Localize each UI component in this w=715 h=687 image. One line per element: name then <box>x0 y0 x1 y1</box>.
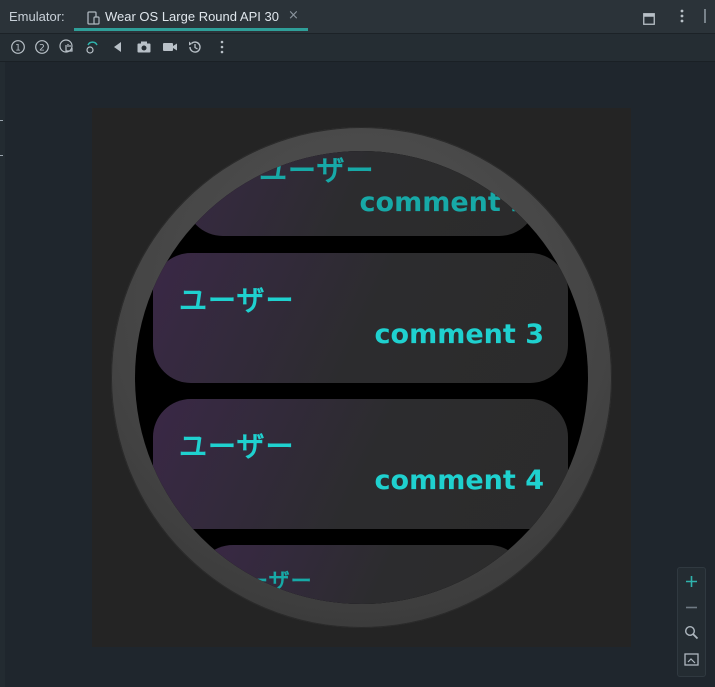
user-name: ユーザー <box>179 430 295 463</box>
list-item[interactable]: ユーザー comment 3 <box>153 253 568 383</box>
panel-title: Emulator: <box>9 9 65 24</box>
zoom-in-icon[interactable] <box>684 574 699 589</box>
back-icon[interactable] <box>110 39 126 55</box>
emulator-toolbar: 1 2 <box>0 34 715 62</box>
snapshot-history-icon[interactable] <box>187 39 203 55</box>
user-name: ユーザー <box>225 569 313 593</box>
more-options-icon-secondary[interactable] <box>703 8 707 23</box>
zoom-controls <box>677 567 706 677</box>
zoom-actual-size-icon[interactable] <box>684 625 699 640</box>
zoom-out-icon[interactable] <box>684 600 699 615</box>
user-name: ユーザー <box>259 154 375 187</box>
wear-button-1-icon[interactable]: 1 <box>10 39 26 55</box>
tilt-gesture-icon[interactable] <box>84 39 100 55</box>
device-icon <box>87 10 100 25</box>
tab-wear-os-emulator[interactable]: Wear OS Large Round API 30 × <box>74 5 308 31</box>
list-item[interactable]: ユーザー comment 4 <box>153 399 568 529</box>
watch-screen[interactable]: ユーザー comment 2 ユーザー comment 3 ユーザー comme… <box>135 151 588 604</box>
left-edge-mark <box>0 120 3 121</box>
user-name: ユーザー <box>179 284 295 317</box>
svg-text:2: 2 <box>39 44 45 54</box>
camera-icon[interactable] <box>136 39 152 55</box>
video-record-icon[interactable] <box>162 39 178 55</box>
toolbar-more-icon[interactable] <box>214 39 230 55</box>
left-panel-edge <box>0 62 5 687</box>
watch-bezel: ユーザー comment 2 ユーザー comment 3 ユーザー comme… <box>111 127 612 628</box>
left-edge-mark <box>0 155 3 156</box>
list-item[interactable]: ユーザー <box>195 545 527 604</box>
close-icon[interactable]: × <box>288 8 299 23</box>
comment-text: comment 2 <box>359 187 529 218</box>
svg-text:1: 1 <box>15 44 21 54</box>
palm-gesture-icon[interactable] <box>59 39 75 55</box>
tab-label: Wear OS Large Round API 30 <box>105 9 279 24</box>
window-layout-icon[interactable] <box>643 10 655 25</box>
comment-text: comment 4 <box>374 465 544 496</box>
more-options-icon[interactable] <box>680 8 684 23</box>
comment-text: comment 3 <box>374 319 544 350</box>
wear-button-2-icon[interactable]: 2 <box>34 39 50 55</box>
list-item[interactable]: ユーザー comment 2 <box>185 151 537 236</box>
emulator-display[interactable]: ユーザー comment 2 ユーザー comment 3 ユーザー comme… <box>92 108 631 647</box>
zoom-fit-screen-icon[interactable] <box>684 652 699 667</box>
tab-bar: Emulator: Wear OS Large Round API 30 × <box>0 0 715 34</box>
